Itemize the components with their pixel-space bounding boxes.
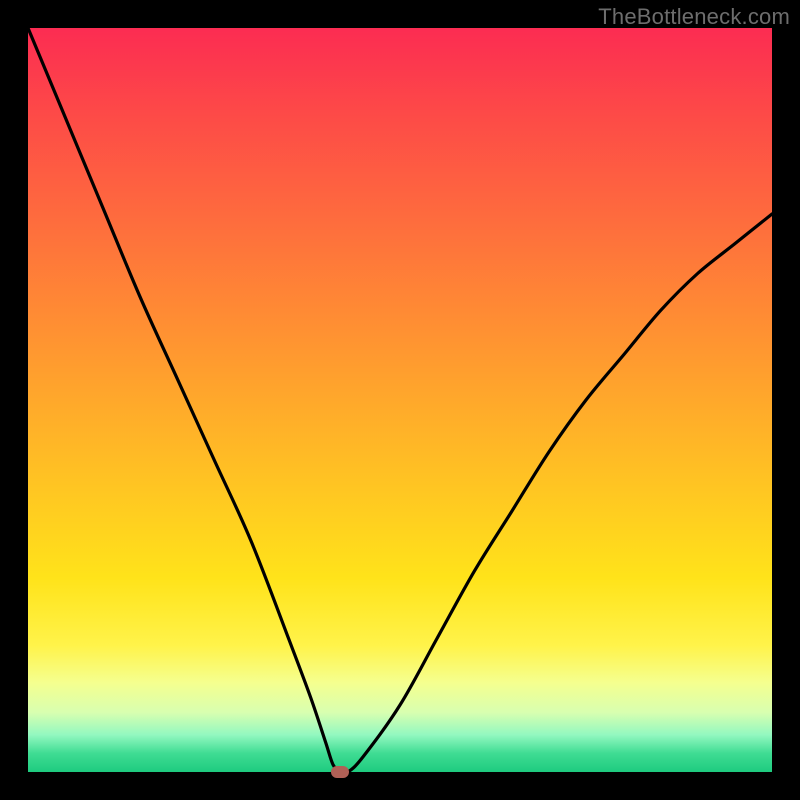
bottleneck-curve — [28, 28, 772, 772]
chart-frame: TheBottleneck.com — [0, 0, 800, 800]
minimum-marker — [331, 766, 349, 778]
watermark-text: TheBottleneck.com — [598, 4, 790, 30]
plot-area — [28, 28, 772, 772]
